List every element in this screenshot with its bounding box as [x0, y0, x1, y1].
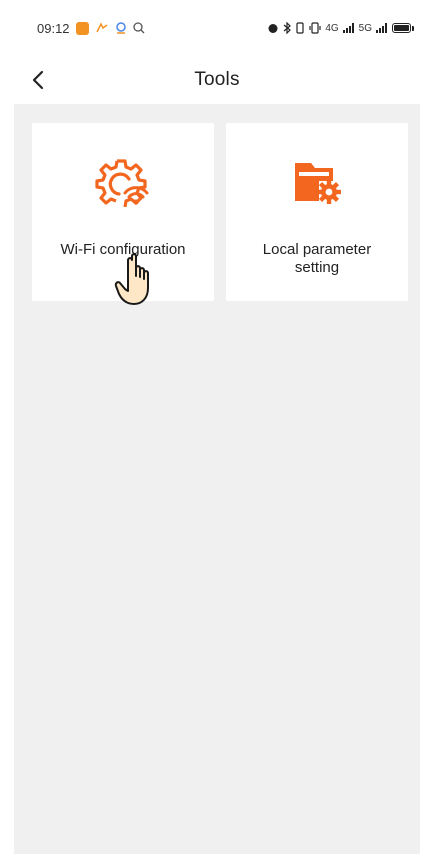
status-left: 09:12	[37, 21, 145, 36]
gear-wifi-icon	[95, 157, 151, 207]
battery-tip	[412, 25, 414, 31]
tools-content: Wi-Fi configuration Local parameter sett…	[14, 104, 420, 854]
chevron-left-icon	[32, 70, 44, 90]
notification-icon	[95, 22, 107, 33]
search-status-icon	[132, 22, 145, 34]
network-4g-label: 4G	[325, 22, 339, 34]
app-notification-icon	[75, 21, 89, 35]
signal-icon-1	[342, 23, 354, 33]
tile-local-parameter-setting[interactable]: Local parameter setting	[226, 123, 408, 301]
hand-pointer-icon	[114, 253, 149, 305]
bluetooth-icon	[283, 22, 292, 34]
nfc-icon	[309, 22, 321, 34]
signal-icon-2	[376, 23, 387, 33]
status-bar: 09:12 4G 5G	[0, 0, 434, 56]
battery-icon	[392, 23, 411, 33]
status-time: 09:12	[37, 20, 70, 36]
tools-grid: Wi-Fi configuration Local parameter sett…	[32, 123, 408, 301]
notification-icon-2	[115, 22, 126, 34]
network-5g-label: 5G	[358, 22, 372, 34]
tile-label-local-parameter-setting: Local parameter setting	[262, 241, 372, 276]
page-title: Tools	[194, 69, 240, 90]
alarm-icon	[268, 24, 278, 33]
vibrate-icon	[296, 22, 304, 34]
app-header: Tools	[0, 56, 434, 104]
status-right: 4G 5G	[267, 22, 414, 34]
phone-screen: 09:12 4G 5G Tools Wi-Fi configuration Lo…	[0, 0, 434, 854]
back-button[interactable]	[24, 66, 52, 94]
folder-gear-icon	[289, 157, 345, 207]
